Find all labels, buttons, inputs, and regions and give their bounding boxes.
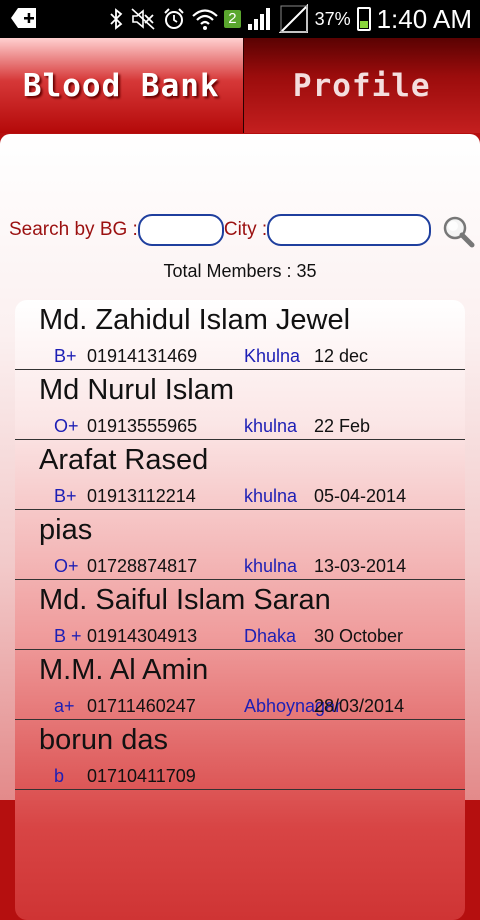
member-blood-group: B + (54, 626, 82, 647)
list-item[interactable]: Md. Zahidul Islam Jewel B+ 01914131469 Khul… (15, 300, 465, 370)
member-city: Dhaka (244, 626, 296, 647)
member-city: khulna (244, 416, 297, 437)
signal-icon (247, 7, 273, 31)
status-left (10, 6, 38, 30)
member-blood-group: O+ (54, 556, 79, 577)
add-notification-icon (10, 6, 38, 30)
search-row: Search by BG : City : (9, 212, 431, 248)
blood-group-search-input[interactable] (138, 214, 224, 246)
list-item[interactable]: Md Nurul Islam O+ 01913555965 khulna 22 Feb (15, 370, 465, 440)
status-bar: 2 37% 1:40 AM (0, 0, 480, 38)
member-phone: 01913555965 (87, 416, 197, 437)
wifi-icon (192, 7, 218, 31)
member-date: 05-04-2014 (314, 486, 406, 507)
mute-icon (130, 7, 156, 31)
tab-bar: Blood Bank Profile (0, 38, 480, 133)
member-date: 13-03-2014 (314, 556, 406, 577)
member-phone: 01711460247 (87, 696, 196, 717)
city-search-input[interactable] (267, 214, 431, 246)
status-right: 2 37% 1:40 AM (108, 0, 472, 38)
member-list[interactable]: Md. Zahidul Islam Jewel B+ 01914131469 Khul… (15, 300, 465, 920)
list-item[interactable]: pias O+ 01728874817 khulna 13-03-2014 (15, 510, 465, 580)
member-phone: 01914304913 (87, 626, 197, 647)
member-date: 30 October (314, 626, 403, 647)
member-name: borun das (39, 724, 168, 757)
bluetooth-icon (108, 7, 124, 31)
member-blood-group: O+ (54, 416, 79, 437)
member-blood-group: B+ (54, 346, 77, 367)
search-bg-label: Search by BG : (9, 219, 138, 241)
search-icon[interactable] (441, 214, 475, 248)
tab-blood-bank[interactable]: Blood Bank (0, 38, 243, 133)
member-name: Arafat Rased (39, 444, 208, 477)
member-name: M.M. Al Amin (39, 654, 208, 687)
member-city: khulna (244, 556, 297, 577)
list-item[interactable]: Arafat Rased B+ 01913112214 khulna 05-04-201… (15, 440, 465, 510)
member-date: 22 Feb (314, 416, 370, 437)
total-members: Total Members : 35 (0, 261, 480, 282)
signal-secondary-icon (279, 4, 309, 34)
member-name: Md. Saiful Islam Saran (39, 584, 331, 617)
list-item[interactable]: Md. Saiful Islam Saran B +01914304913 Dhak… (15, 580, 465, 650)
member-blood-group: B+ (54, 486, 77, 507)
tab-profile[interactable]: Profile (243, 38, 480, 133)
list-item[interactable]: borun das b 01710411709 (15, 720, 465, 790)
alarm-icon (162, 7, 186, 31)
member-city: khulna (244, 486, 297, 507)
member-name: Md. Zahidul Islam Jewel (39, 304, 350, 337)
clock: 1:40 AM (377, 4, 472, 35)
notification-count-badge: 2 (224, 10, 240, 28)
member-date: 28/03/2014 (314, 696, 404, 717)
battery-icon (357, 7, 371, 31)
member-phone: 01914131469 (87, 346, 197, 367)
city-label: City : (224, 219, 267, 241)
member-blood-group: a+ (54, 696, 75, 717)
member-name: Md Nurul Islam (39, 374, 234, 407)
member-city: Khulna (244, 346, 300, 367)
member-name: pias (39, 514, 92, 547)
member-phone: 01728874817 (87, 556, 197, 577)
member-phone: 01710411709 (87, 766, 196, 787)
battery-percent: 37% (315, 9, 351, 30)
main-panel: Search by BG : City : Total Members : 35… (0, 134, 480, 800)
list-item[interactable]: M.M. Al Amina+01711460247Abhoynagar28/03… (15, 650, 465, 720)
member-blood-group: b (54, 766, 64, 787)
member-date: 12 dec (314, 346, 368, 367)
member-phone: 01913112214 (87, 486, 196, 507)
